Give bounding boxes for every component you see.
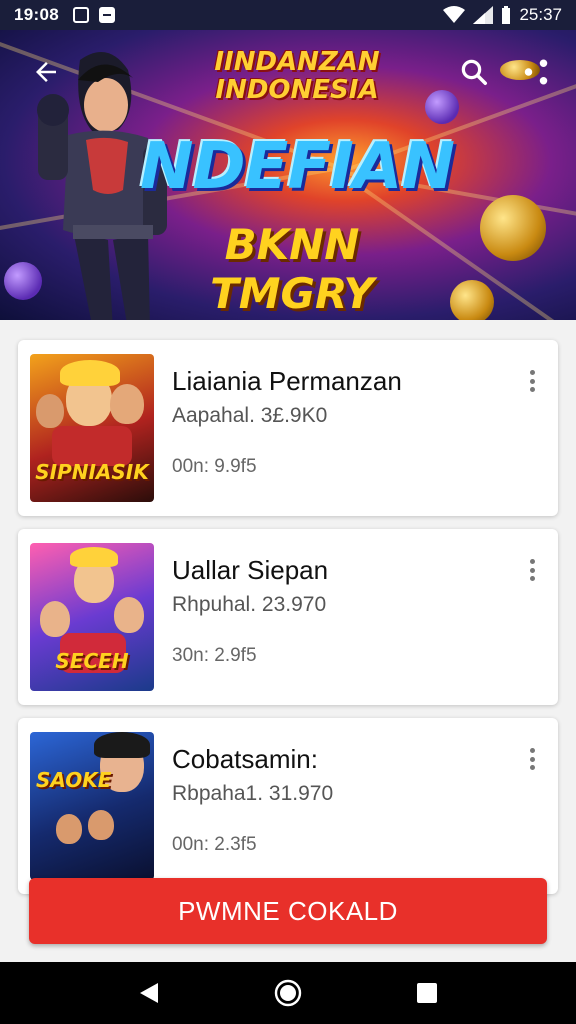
notification-icon	[72, 7, 89, 23]
nav-back-icon	[140, 983, 159, 1003]
gold-coin-icon	[450, 280, 494, 320]
more-vert-icon[interactable]	[520, 368, 544, 394]
item-subtitle: Aapahal. 3£.9K0	[172, 404, 328, 427]
item-meta: 00n: 9.9f5	[172, 456, 257, 477]
item-thumbnail: SIPNIASIK	[30, 354, 154, 502]
battery-icon	[502, 6, 511, 24]
nav-recents-button[interactable]	[407, 973, 447, 1013]
message-icon	[98, 7, 115, 23]
primary-action-button[interactable]: PWMNE COKALD	[29, 878, 547, 944]
share-icon	[524, 59, 548, 85]
item-subtitle: Rhpuhal. 23.970	[172, 593, 327, 616]
list-item[interactable]: SIPNIASIK Liaiania Permanzan Aapahal. 3£…	[18, 340, 558, 516]
thumbnail-label: SAOKE	[36, 768, 112, 792]
gem-icon	[4, 262, 42, 300]
nav-home-icon	[274, 979, 302, 1007]
item-thumbnail: SECEH	[30, 543, 154, 691]
list-item[interactable]: SECEH Uallar Siepan Rhpuhal. 23.970 30n:…	[18, 529, 558, 705]
back-arrow-icon	[36, 62, 56, 82]
share-button[interactable]	[514, 50, 558, 94]
signal-icon	[473, 6, 494, 24]
app-screen: 19:08 25:37 IINDANZAN INDONESIA NDEFIAN …	[0, 0, 576, 1024]
gold-coin-icon	[480, 195, 546, 261]
hero-banner[interactable]: IINDANZAN INDONESIA NDEFIAN BKNN TMGRY	[0, 30, 576, 320]
more-vert-icon[interactable]	[520, 746, 544, 772]
search-icon	[461, 59, 487, 85]
more-vert-icon[interactable]	[520, 557, 544, 583]
hero-title-top: IINDANZAN INDONESIA	[214, 47, 380, 105]
item-title: Uallar Siepan	[172, 555, 329, 585]
nav-home-button[interactable]	[268, 973, 308, 1013]
gem-icon	[425, 90, 459, 124]
wifi-icon	[443, 6, 466, 23]
system-nav-bar	[0, 962, 576, 1024]
item-title: Cobatsamin:	[172, 744, 318, 774]
item-thumbnail: SAOKE	[30, 732, 154, 880]
hero-title-sub: BKNN TMGRY	[210, 220, 374, 318]
search-button[interactable]	[452, 50, 496, 94]
item-subtitle: Rbpaha1. 31.970	[172, 782, 334, 805]
nav-recents-icon	[416, 983, 437, 1003]
status-time: 19:08	[14, 5, 59, 24]
battery-text: 25:37	[519, 5, 562, 24]
item-title: Liaiania Permanzan	[172, 366, 402, 396]
thumbnail-label: SIPNIASIK	[35, 460, 149, 484]
status-bar: 19:08 25:37	[0, 0, 576, 30]
back-button[interactable]	[24, 50, 68, 94]
list-item[interactable]: SAOKE Cobatsamin: Rbpaha1. 31.970 00n: 2…	[18, 718, 558, 894]
hero-title-main: NDEFIAN	[139, 130, 455, 204]
nav-back-button[interactable]	[129, 973, 169, 1013]
thumbnail-label: SECEH	[55, 649, 129, 673]
item-meta: 30n: 2.9f5	[172, 645, 257, 666]
item-list: SIPNIASIK Liaiania Permanzan Aapahal. 3£…	[18, 340, 558, 907]
item-meta: 00n: 2.3f5	[172, 834, 257, 855]
